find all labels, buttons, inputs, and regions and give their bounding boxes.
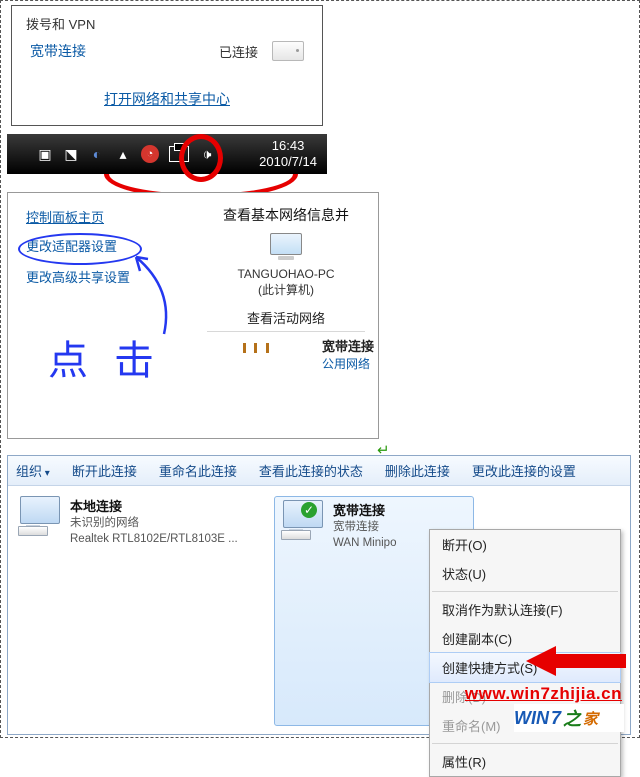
- computer-icon: [268, 233, 304, 263]
- win7-logo: WIN7之家: [514, 704, 624, 732]
- view-status-button[interactable]: 查看此连接的状态: [259, 461, 363, 480]
- disconnect-button[interactable]: 断开此连接: [72, 461, 137, 480]
- network-center-window: 控制面板主页 更改适配器设置 更改高级共享设置 点 击 查看基本网络信息并 TA…: [7, 192, 379, 439]
- taskbar-clock[interactable]: 16:43 2010/7/14: [259, 138, 317, 169]
- change-settings-button[interactable]: 更改此连接的设置: [472, 461, 576, 480]
- menu-status[interactable]: 状态(U): [430, 559, 620, 588]
- connection-status: 已连接: [219, 42, 258, 61]
- network-type-link[interactable]: 公用网络: [322, 357, 370, 371]
- open-network-center-link[interactable]: 打开网络和共享中心: [104, 91, 230, 107]
- network-connections-window: 组织 断开此连接 重命名此连接 查看此连接的状态 删除此连接 更改此连接的设置 …: [7, 455, 631, 735]
- menu-separator: [432, 591, 618, 592]
- tray-icon[interactable]: ⬔: [63, 146, 79, 162]
- rename-button[interactable]: 重命名此连接: [159, 461, 237, 480]
- left-nav: 控制面板主页 更改适配器设置 更改高级共享设置 点 击: [8, 193, 194, 438]
- connection-item-local[interactable]: 本地连接 未识别的网络 Realtek RTL8102E/RTL8103E ..…: [18, 496, 258, 726]
- annotation-handwriting: 点 击: [48, 328, 162, 386]
- logo-part: WIN: [514, 708, 549, 729]
- connection-name: 宽带连接: [30, 41, 86, 61]
- item-sub2: Realtek RTL8102E/RTL8103E ...: [70, 531, 238, 547]
- logo-part: 7: [551, 708, 561, 729]
- taskbar: ▣ ⬔ ◐ ▴ ◔ 🕩 16:43 2010/7/14: [7, 134, 327, 174]
- annotation-blue-circle: [18, 233, 142, 265]
- computer-name: TANGUOHAO-PC: [198, 267, 374, 281]
- organize-menu[interactable]: 组织: [16, 461, 50, 480]
- annotation-red-circle: [179, 134, 223, 182]
- active-connection-name: 宽带连接: [322, 339, 374, 354]
- active-network-item[interactable]: 宽带连接 公用网络: [198, 336, 374, 372]
- connection-row[interactable]: 宽带连接 已连接: [26, 41, 308, 61]
- item-title: 宽带连接: [333, 503, 385, 518]
- open-network-center-link-wrap: 打开网络和共享中心: [26, 89, 308, 109]
- network-flyout: 拨号和 VPN 宽带连接 已连接 打开网络和共享中心: [11, 5, 323, 126]
- public-network-icon: [239, 343, 273, 365]
- clock-time: 16:43: [259, 138, 317, 154]
- item-sub1: 宽带连接: [333, 519, 396, 535]
- watermark-url: www.win7zhijia.cn: [465, 684, 622, 704]
- delete-button[interactable]: 删除此连接: [385, 461, 450, 480]
- menu-properties[interactable]: 属性(R): [430, 747, 620, 776]
- annotation-arrow: [126, 249, 186, 339]
- page-title: 查看基本网络信息并: [198, 205, 374, 225]
- logo-part: 之: [563, 705, 581, 731]
- section-heading: 拨号和 VPN: [26, 14, 308, 33]
- toolbar: 组织 断开此连接 重命名此连接 查看此连接的状态 删除此连接 更改此连接的设置: [8, 456, 630, 486]
- control-panel-home-link[interactable]: 控制面板主页: [26, 207, 186, 226]
- modem-icon: [272, 41, 304, 61]
- active-networks-label: 查看活动网络: [198, 308, 374, 327]
- item-sub1: 未识别的网络: [70, 515, 238, 531]
- connected-check-icon: ✓: [301, 502, 317, 518]
- computer-sub: (此计算机): [198, 281, 374, 298]
- lan-icon: [18, 496, 64, 534]
- item-title: 本地连接: [70, 499, 122, 514]
- wan-icon: ✓: [281, 500, 327, 538]
- tray-icon[interactable]: ◐: [89, 146, 105, 162]
- tray-icon-red[interactable]: ◔: [141, 145, 159, 163]
- menu-disconnect[interactable]: 断开(O): [430, 530, 620, 559]
- tray-expand-icon[interactable]: ▴: [115, 146, 131, 162]
- clock-date: 2010/7/14: [259, 154, 317, 170]
- menu-cancel-default[interactable]: 取消作为默认连接(F): [430, 595, 620, 624]
- annotation-red-arrow: [526, 636, 626, 689]
- tray-icon[interactable]: ▣: [37, 146, 53, 162]
- logo-part: 家: [583, 708, 598, 729]
- menu-separator: [432, 743, 618, 744]
- network-center-main: 查看基本网络信息并 TANGUOHAO-PC (此计算机) 查看活动网络 宽带连…: [194, 193, 378, 438]
- item-sub2: WAN Minipo: [333, 535, 396, 551]
- divider: [207, 331, 365, 332]
